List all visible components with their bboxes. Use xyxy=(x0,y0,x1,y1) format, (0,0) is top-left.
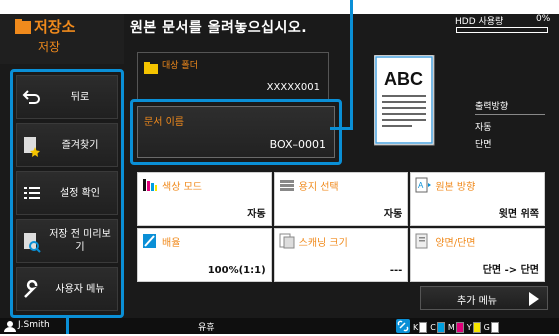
zoom-button[interactable]: 배율 100%(1:1) xyxy=(137,228,272,282)
callout-line xyxy=(350,0,353,130)
setting-value: 단면 -> 단면 xyxy=(482,265,539,276)
toner-k: K xyxy=(413,322,428,333)
document-name-highlight: 문서 이름 BOX–0001 xyxy=(130,99,342,165)
document-name-button[interactable]: 문서 이름 BOX–0001 xyxy=(137,106,335,158)
duplex-button[interactable]: 양면/단면 단면 -> 단면 xyxy=(410,228,545,282)
confirm-settings-button[interactable]: 설정 확인 xyxy=(16,171,118,215)
mode-title: 저장소 xyxy=(34,18,76,36)
sidebar: 뒤로 즐겨찾기 설정 확인 저장 전 미리보기 사용자 메뉴 xyxy=(10,69,124,318)
scan-size-icon xyxy=(279,233,295,253)
folder-icon xyxy=(144,59,158,78)
status-bar: J.Smith 유휴 K C M Y G xyxy=(0,318,559,334)
back-arrow-icon xyxy=(22,88,42,109)
destination-folder-panel: 대상 폴더 XXXXX001 xyxy=(137,52,329,100)
sidebar-item-label: 설정 확인 xyxy=(60,187,100,199)
zoom-icon xyxy=(142,233,158,253)
user-menu-button[interactable]: 사용자 메뉴 xyxy=(16,267,118,311)
setting-label: 스캐닝 크기 xyxy=(298,238,348,249)
toner-m: M xyxy=(448,322,464,333)
settings-grid: 색상 모드 자동 용지 선택 자동 A 원본 방향 윗면 위쪽 배율 100%(… xyxy=(137,172,545,282)
output-direction-value: 자동 xyxy=(475,123,492,133)
storage-folder-icon xyxy=(14,18,32,40)
setting-label: 배율 xyxy=(162,238,181,249)
setting-label: 양면/단면 xyxy=(435,238,476,249)
hdd-usage-bar xyxy=(456,27,548,33)
toner-g: G xyxy=(484,322,499,333)
toner-swatch xyxy=(472,322,481,333)
machine-status: 유휴 xyxy=(198,323,215,333)
sidebar-item-label: 즐겨찾기 xyxy=(61,139,99,151)
mode-subtitle: 저장 xyxy=(38,40,61,54)
destination-folder-label: 대상 폴더 xyxy=(162,61,198,71)
toner-y: Y xyxy=(467,322,481,333)
toner-swatch xyxy=(419,322,428,333)
toner-swatch xyxy=(490,322,499,333)
sidebar-item-label: 뒤로 xyxy=(70,91,90,103)
hdd-usage-label: HDD 사용량 xyxy=(455,17,504,27)
svg-text:ABC: ABC xyxy=(384,69,423,89)
setting-value: 자동 xyxy=(247,209,266,220)
user-icon xyxy=(4,321,16,335)
favorites-button[interactable]: 즐겨찾기 xyxy=(16,123,118,167)
user-name[interactable]: J.Smith xyxy=(18,320,50,330)
mode-indicator: 저장소 저장 xyxy=(0,14,124,64)
preview-magnifier-icon xyxy=(22,232,42,257)
list-icon xyxy=(22,184,42,205)
setting-value: 자동 xyxy=(383,209,403,220)
setting-value: 윗면 위쪽 xyxy=(498,209,539,220)
more-menu-button[interactable]: 추가 메뉴 xyxy=(420,286,548,310)
sidebar-item-label: 저장 전 미리보기 xyxy=(49,229,111,253)
setting-value: 100%(1:1) xyxy=(207,265,266,276)
scan-size-button[interactable]: 스캐닝 크기 --- xyxy=(273,228,409,282)
setting-label: 색상 모드 xyxy=(162,182,202,193)
document-preview: ABC xyxy=(373,54,436,151)
toner-status: K C M Y G xyxy=(396,319,499,336)
original-orientation-button[interactable]: A 원본 방향 윗면 위쪽 xyxy=(410,172,545,226)
duplex-icon xyxy=(415,233,431,253)
color-mode-button[interactable]: 색상 모드 자동 xyxy=(137,172,272,226)
toner-swatch xyxy=(455,322,464,333)
setting-label: 원본 방향 xyxy=(435,182,476,193)
paper-select-icon xyxy=(279,177,295,197)
link-icon xyxy=(396,319,410,336)
document-name-label: 문서 이름 xyxy=(144,117,184,128)
destination-folder-value: XXXXX001 xyxy=(266,82,320,93)
callout-line xyxy=(66,318,69,334)
instruction-text: 원본 문서를 올려놓으십시오. xyxy=(130,20,308,36)
sidebar-item-label: 사용자 메뉴 xyxy=(55,283,105,295)
hdd-usage-value: 0% xyxy=(536,14,551,24)
callout-line xyxy=(330,127,353,130)
setting-label: 용지 선택 xyxy=(298,182,339,193)
favorites-star-icon xyxy=(22,136,42,161)
output-direction-title: 출력방향 xyxy=(475,99,545,115)
preview-before-save-button[interactable]: 저장 전 미리보기 xyxy=(16,219,118,263)
output-duplex-value: 단면 xyxy=(475,140,492,150)
color-mode-icon xyxy=(142,177,158,197)
back-button[interactable]: 뒤로 xyxy=(16,75,118,119)
wrench-icon xyxy=(22,279,42,303)
arrow-right-icon xyxy=(529,292,539,306)
more-menu-label: 추가 메뉴 xyxy=(457,296,497,307)
toner-swatch xyxy=(436,322,445,333)
svg-text:A: A xyxy=(418,181,424,190)
document-name-value: BOX–0001 xyxy=(269,138,326,151)
toner-c: C xyxy=(430,322,445,333)
paper-select-button[interactable]: 용지 선택 자동 xyxy=(273,172,409,226)
original-orientation-icon: A xyxy=(415,177,432,197)
setting-value: --- xyxy=(389,265,403,276)
